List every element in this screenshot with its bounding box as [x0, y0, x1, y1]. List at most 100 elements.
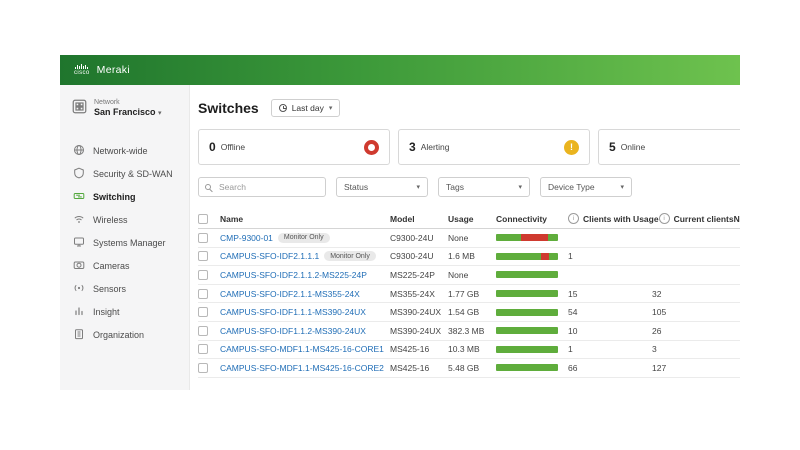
device-link[interactable]: CAMPUS-SFO-IDF2.1.1.1	[220, 251, 319, 261]
screen: cisco Meraki Network San Francisco ▾ Net…	[0, 0, 800, 450]
connectivity-bar	[496, 327, 558, 335]
column-header-name[interactable]: Name	[220, 214, 390, 224]
device-link[interactable]: CAMPUS-SFO-IDF2.1.1.2-MS225-24P	[220, 270, 367, 280]
row-checkbox[interactable]	[198, 362, 208, 373]
row-checkbox[interactable]	[198, 307, 208, 318]
current-clients-cell: 127	[652, 362, 667, 373]
select-all-checkbox[interactable]	[198, 213, 208, 224]
device-link[interactable]: CAMPUS-SFO-IDF1.1.2-MS390-24UX	[220, 326, 366, 336]
sidebar-item-switching[interactable]: Switching	[60, 185, 189, 208]
row-checkbox[interactable]	[198, 251, 208, 262]
device-link[interactable]: CMP-9300-01	[220, 233, 273, 243]
row-checkbox[interactable]	[198, 269, 208, 280]
connectivity-bar	[496, 290, 558, 298]
connectivity-bar	[496, 364, 558, 372]
cisco-wordmark: cisco	[74, 70, 90, 76]
usage-cell: 10.3 MB	[448, 344, 480, 355]
network-selector[interactable]: Network San Francisco ▾	[60, 97, 189, 125]
info-icon[interactable]: i	[658, 213, 670, 224]
clients-with-usage-cell: 10	[568, 325, 578, 336]
chevron-down-icon: ▾	[518, 184, 522, 191]
clients-with-usage-cell: 66	[568, 362, 578, 373]
online-card[interactable]: 5 Online ✓	[598, 129, 740, 165]
search-input[interactable]	[217, 181, 319, 193]
table-header-row: Name Model Usage Connectivity i Clients …	[198, 209, 740, 229]
sidebar-item-insight[interactable]: Insight	[60, 300, 189, 323]
search-icon	[205, 184, 211, 190]
column-header-current-clients[interactable]: i Current clients	[658, 213, 734, 224]
model-cell: C9300-24U	[390, 251, 434, 262]
row-checkbox[interactable]	[198, 344, 208, 355]
usage-cell: None	[448, 269, 469, 280]
column-header-model[interactable]: Model	[390, 214, 448, 224]
monitor-icon	[73, 236, 85, 250]
offline-card[interactable]: 0 Offline	[198, 129, 390, 165]
clients-with-usage-cell: 54	[568, 307, 578, 318]
status-filter[interactable]: Status ▾	[336, 177, 428, 197]
device-type-filter[interactable]: Device Type ▾	[540, 177, 632, 197]
alerting-count: 3	[409, 140, 416, 154]
sidebar-item-security-sdwan[interactable]: Security & SD-WAN	[60, 162, 189, 185]
table-row: CAMPUS-SFO-IDF2.1.1.2-MS225-24P MS225-24…	[198, 266, 740, 285]
table-row: CAMPUS-SFO-IDF2.1.1-MS355-24X MS355-24X …	[198, 285, 740, 304]
info-icon[interactable]: i	[568, 213, 579, 224]
time-range-dropdown[interactable]: Last day ▾	[270, 99, 341, 117]
offline-icon	[364, 139, 379, 155]
chevron-down-icon: ▾	[158, 110, 162, 117]
clock-icon	[278, 104, 287, 112]
sidebar-item-sensors[interactable]: Sensors	[60, 277, 189, 300]
sidebar-item-organization[interactable]: Organization	[60, 323, 189, 346]
model-cell: MS425-16	[390, 362, 430, 373]
wifi-icon	[73, 213, 85, 227]
tags-filter[interactable]: Tags ▾	[438, 177, 530, 197]
sidebar-item-wireless[interactable]: Wireless	[60, 208, 189, 231]
sidebar-item-cameras[interactable]: Cameras	[60, 254, 189, 277]
current-clients-cell: 3	[652, 344, 657, 355]
table-row: CAMPUS-SFO-IDF1.1.1-MS390-24UX MS390-24U…	[198, 303, 740, 322]
model-cell: C9300-24U	[390, 232, 434, 243]
globe-icon	[73, 144, 85, 158]
table-row: CAMPUS-SFO-MDF1.1-MS425-16-CORE2 MS425-1…	[198, 359, 740, 378]
clients-with-usage-cell: 1	[568, 344, 573, 355]
meraki-wordmark: Meraki	[96, 64, 130, 76]
row-checkbox[interactable]	[198, 288, 208, 299]
shield-icon	[73, 167, 85, 181]
current-clients-cell: 105	[652, 307, 667, 318]
device-link[interactable]: CAMPUS-SFO-MDF1.1-MS425-16-CORE1	[220, 344, 384, 354]
table-row: CAMPUS-SFO-IDF1.1.2-MS390-24UX MS390-24U…	[198, 322, 740, 341]
usage-cell: None	[448, 232, 469, 243]
alerting-card[interactable]: 3 Alerting !	[398, 129, 590, 165]
usage-cell: 1.54 GB	[448, 307, 480, 318]
model-cell: MS355-24X	[390, 288, 435, 299]
connectivity-bar	[496, 308, 558, 316]
column-header-clients-with-usage[interactable]: i Clients with Usage	[568, 213, 659, 224]
column-header-connectivity[interactable]: Connectivity	[496, 214, 568, 224]
monitor-only-badge: Monitor Only	[324, 251, 376, 262]
cisco-logo: cisco	[74, 64, 90, 76]
online-count: 5	[609, 140, 616, 154]
usage-cell: 1.77 GB	[448, 288, 480, 299]
model-cell: MS425-16	[390, 344, 430, 355]
usage-cell: 5.48 GB	[448, 362, 480, 373]
connectivity-bar	[496, 234, 558, 242]
online-label: Online	[620, 142, 646, 152]
page-title: Switches	[198, 100, 259, 116]
sidebar-item-network-wide[interactable]: Network-wide	[60, 139, 189, 162]
row-checkbox[interactable]	[198, 325, 208, 336]
column-header-clipped[interactable]: N	[734, 214, 740, 224]
device-link[interactable]: CAMPUS-SFO-IDF2.1.1-MS355-24X	[220, 289, 360, 299]
row-checkbox[interactable]	[198, 232, 208, 243]
current-clients-cell: 32	[652, 288, 662, 299]
device-link[interactable]: CAMPUS-SFO-IDF1.1.1-MS390-24UX	[220, 307, 366, 317]
column-header-usage[interactable]: Usage	[448, 214, 496, 224]
sidebar-item-systems-manager[interactable]: Systems Manager	[60, 231, 189, 254]
device-link[interactable]: CAMPUS-SFO-MDF1.1-MS425-16-CORE2	[220, 363, 384, 373]
clients-with-usage-cell: 15	[568, 288, 578, 299]
model-cell: MS225-24P	[390, 269, 435, 280]
usage-cell: 382.3 MB	[448, 325, 485, 336]
building-icon	[73, 328, 85, 342]
network-name: San Francisco ▾	[94, 107, 162, 117]
current-clients-cell: 26	[652, 325, 662, 336]
chevron-down-icon: ▾	[328, 105, 333, 112]
chevron-down-icon: ▾	[620, 184, 624, 191]
